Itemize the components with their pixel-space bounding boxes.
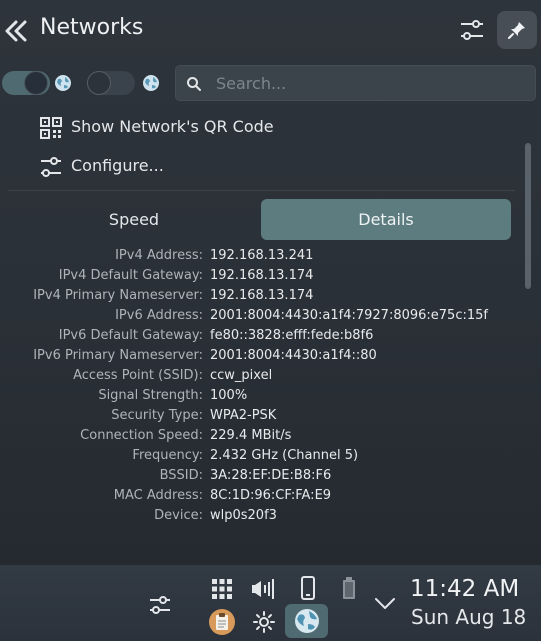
detail-value: 2.432 GHz (Channel 5) (210, 448, 359, 463)
detail-value: 229.4 MBit/s (210, 428, 292, 443)
clipboard-icon[interactable] (208, 608, 236, 636)
chevron-down-icon[interactable] (374, 596, 396, 612)
detail-label: IPv6 Default Gateway: (58, 328, 203, 343)
separator (8, 190, 515, 191)
details-list: IPv4 Address: 192.168.13.241 IPv4 Default… (0, 246, 541, 526)
globe-icon (143, 75, 159, 91)
networks-popup: Networks Search... Show Network's QR Cod… (0, 0, 541, 565)
detail-label: MAC Address: (113, 488, 203, 503)
network-tray-button[interactable] (285, 604, 328, 638)
airplane-mode-toggle[interactable] (87, 71, 135, 95)
detail-label: IPv4 Default Gateway: (58, 268, 203, 283)
detail-row: BSSID: 3A:28:EF:DE:B8:F6 (0, 466, 541, 486)
detail-row: MAC Address: 8C:1D:96:CF:FA:E9 (0, 486, 541, 506)
configure-icon (41, 157, 61, 177)
show-qr-code-label: Show Network's QR Code (71, 117, 274, 136)
back-icon[interactable] (4, 19, 28, 43)
detail-value: ccw_pixel (210, 368, 273, 383)
detail-label: BSSID: (159, 468, 203, 483)
clock-date[interactable]: Sun Aug 18 (411, 605, 526, 629)
search-input[interactable] (216, 66, 516, 100)
detail-value: 3A:28:EF:DE:B8:F6 (210, 468, 332, 483)
detail-value: 192.168.13.241 (210, 248, 314, 263)
configure-icon[interactable] (457, 16, 487, 44)
configure-label: Configure... (71, 156, 164, 175)
tab-speed[interactable]: Speed (8, 199, 260, 240)
volume-icon[interactable] (251, 578, 275, 600)
detail-label: Access Point (SSID): (73, 368, 203, 383)
apps-grid-icon[interactable] (211, 578, 233, 600)
detail-value: WPA2-PSK (210, 408, 277, 423)
pin-icon (508, 22, 525, 39)
detail-value: 192.168.13.174 (210, 268, 314, 283)
detail-row: IPv6 Address: 2001:8004:4430:a1f4:7927:80… (0, 306, 541, 326)
globe-icon (55, 75, 71, 91)
network-icon (295, 609, 319, 633)
configure-button[interactable]: Configure... (40, 152, 180, 182)
detail-value: 192.168.13.174 (210, 288, 314, 303)
brightness-icon[interactable] (252, 610, 276, 634)
detail-row: IPv4 Default Gateway: 192.168.13.174 (0, 266, 541, 286)
detail-label: IPv4 Primary Nameserver: (33, 288, 203, 303)
phone-icon[interactable] (300, 576, 316, 600)
detail-label: Signal Strength: (98, 388, 203, 403)
show-qr-code-button[interactable]: Show Network's QR Code (40, 113, 300, 143)
detail-row: IPv4 Primary Nameserver: 192.168.13.174 (0, 286, 541, 306)
detail-row: IPv4 Address: 192.168.13.241 (0, 246, 541, 266)
tab-details[interactable]: Details (261, 199, 511, 240)
detail-row: IPv6 Default Gateway: fe80::3828:efff:fed… (0, 326, 541, 346)
detail-value: wlp0s20f3 (210, 508, 277, 523)
header: Networks (0, 0, 541, 60)
battery-icon[interactable] (342, 576, 356, 600)
detail-label: IPv6 Address: (115, 308, 203, 323)
clock-time[interactable]: 11:42 AM (410, 576, 519, 602)
wifi-toggle[interactable] (2, 71, 50, 95)
detail-value: 100% (210, 388, 248, 403)
detail-row: Signal Strength: 100% (0, 386, 541, 406)
detail-label: Security Type: (111, 408, 203, 423)
detail-row: Connection Speed: 229.4 MBit/s (0, 426, 541, 446)
search-icon (187, 77, 201, 91)
configure-icon[interactable] (148, 594, 172, 616)
detail-row: Device: wlp0s20f3 (0, 506, 541, 526)
detail-value: 2001:8004:4430:a1f4:7927:8096:e75c:15f (210, 308, 488, 323)
detail-label: Device: (154, 508, 203, 523)
pin-button[interactable] (497, 11, 537, 49)
qr-code-icon (40, 117, 62, 139)
detail-value: 2001:8004:4430:a1f4::80 (210, 348, 377, 363)
detail-row: Security Type: WPA2-PSK (0, 406, 541, 426)
taskbar: 11:42 AM Sun Aug 18 (0, 565, 541, 641)
detail-label: Frequency: (132, 448, 203, 463)
detail-row: IPv6 Primary Nameserver: 2001:8004:4430:a… (0, 346, 541, 366)
detail-value: 8C:1D:96:CF:FA:E9 (210, 488, 332, 503)
detail-value: fe80::3828:efff:fede:b8f6 (210, 328, 374, 343)
search-box (175, 65, 536, 101)
detail-label: IPv6 Primary Nameserver: (33, 348, 203, 363)
detail-label: IPv4 Address: (115, 248, 203, 263)
detail-row: Frequency: 2.432 GHz (Channel 5) (0, 446, 541, 466)
detail-label: Connection Speed: (80, 428, 203, 443)
detail-row: Access Point (SSID): ccw_pixel (0, 366, 541, 386)
page-title: Networks (40, 15, 144, 40)
